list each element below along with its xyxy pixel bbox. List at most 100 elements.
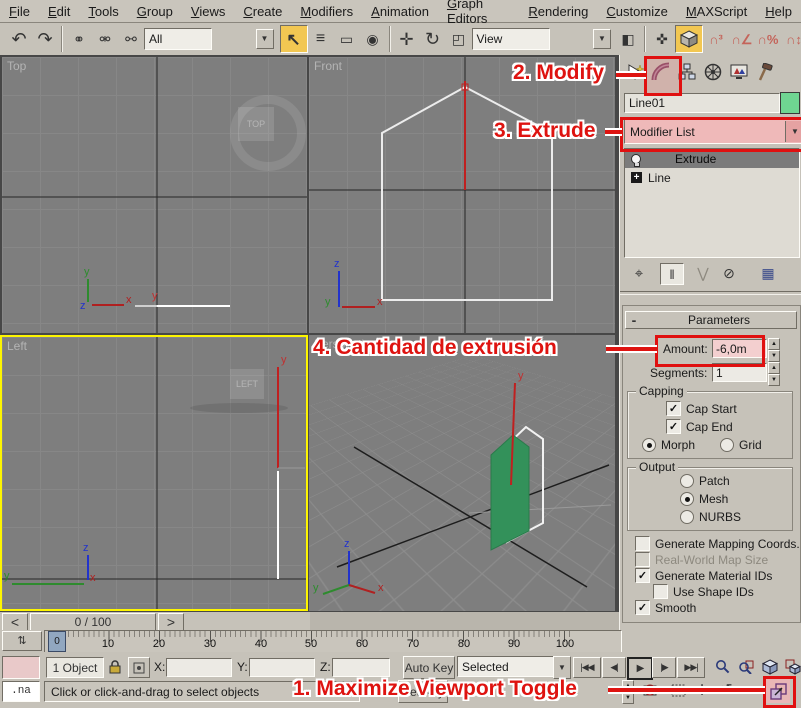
use-shape-row[interactable]: Use Shape IDs: [653, 584, 754, 599]
select-object-icon[interactable]: ↖: [280, 25, 308, 53]
previous-frame-arrow[interactable]: <: [2, 613, 28, 631]
viewport-perspective[interactable]: Perspective y z y x: [309, 335, 615, 611]
window-crossing-icon[interactable]: ◉: [360, 26, 386, 52]
redo-icon[interactable]: ↷: [32, 26, 58, 52]
go-to-start-icon[interactable]: |◀◀: [573, 657, 601, 678]
select-and-rotate-icon[interactable]: ↻: [420, 26, 446, 52]
menu-edit[interactable]: Edit: [39, 2, 79, 21]
select-and-move-icon[interactable]: ✛: [394, 26, 420, 52]
patch-row[interactable]: Patch: [680, 474, 730, 488]
make-unique-icon[interactable]: ⋁: [692, 263, 714, 283]
zoom-extents-all-icon[interactable]: [784, 656, 801, 677]
generate-material-row[interactable]: ✓ Generate Material IDs: [635, 568, 772, 583]
menu-tools[interactable]: Tools: [79, 2, 127, 21]
zoom-icon[interactable]: [712, 656, 732, 677]
timeline-ruler[interactable]: 0 10 20 30 40 50 60 70 80 90 100: [44, 630, 622, 653]
y-coordinate-field[interactable]: [249, 658, 315, 677]
menu-create[interactable]: Create: [234, 2, 291, 21]
selection-filter-dropdown[interactable]: All: [144, 28, 212, 50]
menu-customize[interactable]: Customize: [597, 2, 676, 21]
menu-animation[interactable]: Animation: [362, 2, 438, 21]
percent-snap-toggle-icon[interactable]: ∩%: [755, 26, 781, 52]
spin-down-icon[interactable]: ▼: [622, 692, 634, 704]
use-pivot-point-center-icon[interactable]: ◧: [615, 26, 641, 52]
generate-mapping-row[interactable]: Generate Mapping Coords.: [635, 536, 800, 551]
cap-end-row[interactable]: ✓ Cap End: [666, 419, 733, 434]
viewport-top[interactable]: Top TOP y y z x: [2, 57, 307, 333]
use-shape-checkbox[interactable]: [653, 584, 668, 599]
bind-to-space-warp-icon[interactable]: ⚯: [118, 26, 144, 52]
angle-snap-toggle-icon[interactable]: ∩∠: [729, 26, 755, 52]
viewport-front[interactable]: Front z x y: [309, 57, 615, 333]
morph-row[interactable]: Morph: [642, 438, 695, 452]
time-spinner[interactable]: ▲ ▼: [622, 680, 634, 704]
remove-modifier-icon[interactable]: ⊘: [718, 263, 740, 283]
segments-spinner[interactable]: ▲ ▼: [768, 362, 780, 386]
selection-filter-arrow-icon[interactable]: ▼: [256, 29, 274, 49]
select-and-manipulate-icon[interactable]: ✜: [649, 26, 675, 52]
mesh-row[interactable]: Mesh: [680, 492, 728, 506]
generate-material-checkbox[interactable]: ✓: [635, 568, 650, 583]
undo-icon[interactable]: ↶: [6, 26, 32, 52]
viewport-left-active[interactable]: Left LEFT y z y x: [0, 335, 308, 611]
menu-modifiers[interactable]: Modifiers: [291, 2, 362, 21]
mesh-radio[interactable]: [680, 492, 694, 506]
unlink-selection-icon[interactable]: ⚮: [92, 26, 118, 52]
rectangular-selection-region-icon[interactable]: ▭: [334, 26, 360, 52]
morph-radio[interactable]: [642, 438, 656, 452]
select-and-link-icon[interactable]: ⚭: [66, 26, 92, 52]
tab-display[interactable]: [726, 57, 752, 87]
menu-help[interactable]: Help: [756, 2, 801, 21]
snaps-toggle-icon[interactable]: [675, 25, 703, 53]
cap-start-checkbox[interactable]: ✓: [666, 401, 681, 416]
select-and-scale-icon[interactable]: ◰: [446, 26, 472, 52]
auto-key-button[interactable]: Auto Key: [403, 656, 455, 679]
absolute-offset-toggle-icon[interactable]: [128, 657, 150, 678]
tab-utilities[interactable]: [752, 57, 778, 87]
spin-up-icon[interactable]: ▲: [768, 362, 780, 374]
reference-coordinate-arrow-icon[interactable]: ▼: [593, 29, 611, 49]
nurbs-radio[interactable]: [680, 510, 694, 524]
spinner-snap-toggle-icon[interactable]: ∩↕: [781, 26, 801, 52]
zoom-extents-icon[interactable]: [760, 656, 780, 677]
grid-row[interactable]: Grid: [720, 438, 762, 452]
previous-frame-icon[interactable]: ◀|: [602, 657, 626, 678]
select-by-name-icon[interactable]: ≡: [308, 26, 334, 52]
tab-motion[interactable]: [700, 57, 726, 87]
mini-curve-editor-icon[interactable]: ⇅: [2, 631, 42, 651]
smooth-checkbox[interactable]: ✓: [635, 600, 650, 615]
zoom-all-icon[interactable]: [736, 656, 756, 677]
nurbs-row[interactable]: NURBS: [680, 510, 741, 524]
time-slider[interactable]: 0 / 100: [30, 613, 156, 631]
cap-start-row[interactable]: ✓ Cap Start: [666, 401, 737, 416]
expand-plus-icon[interactable]: +: [631, 172, 642, 183]
rollout-collapse-icon[interactable]: -: [626, 313, 642, 327]
key-filter-dropdown[interactable]: Selected: [457, 656, 559, 677]
spin-down-icon[interactable]: ▼: [768, 374, 780, 386]
object-color-swatch[interactable]: [780, 92, 800, 114]
maxscript-mini-listener-pink[interactable]: [2, 656, 40, 679]
next-frame-icon[interactable]: |▶: [652, 657, 676, 678]
frame-slider-handle[interactable]: 0: [48, 631, 66, 652]
x-coordinate-field[interactable]: [166, 658, 232, 677]
show-end-result-icon[interactable]: ‖: [660, 263, 684, 285]
selection-lock-icon[interactable]: [106, 657, 124, 676]
configure-modifier-sets-icon[interactable]: ▦: [756, 263, 780, 283]
menu-group[interactable]: Group: [128, 2, 182, 21]
key-filter-arrow-icon[interactable]: ▼: [553, 656, 571, 679]
next-frame-arrow[interactable]: >: [158, 613, 184, 631]
grid-radio[interactable]: [720, 438, 734, 452]
go-to-end-icon[interactable]: ▶▶|: [677, 657, 705, 678]
object-name-field[interactable]: Line01: [624, 93, 780, 113]
reference-coordinate-dropdown[interactable]: View: [472, 28, 550, 50]
smooth-row[interactable]: ✓ Smooth: [635, 600, 696, 615]
patch-radio[interactable]: [680, 474, 694, 488]
z-coordinate-field[interactable]: [332, 658, 390, 677]
menu-maxscript[interactable]: MAXScript: [677, 2, 756, 21]
spin-down-icon[interactable]: ▼: [768, 350, 780, 362]
cap-end-checkbox[interactable]: ✓: [666, 419, 681, 434]
menu-file[interactable]: File: [0, 2, 39, 21]
menu-views[interactable]: Views: [182, 2, 234, 21]
menu-rendering[interactable]: Rendering: [519, 2, 597, 21]
parameters-rollout-header[interactable]: - Parameters: [625, 311, 797, 329]
